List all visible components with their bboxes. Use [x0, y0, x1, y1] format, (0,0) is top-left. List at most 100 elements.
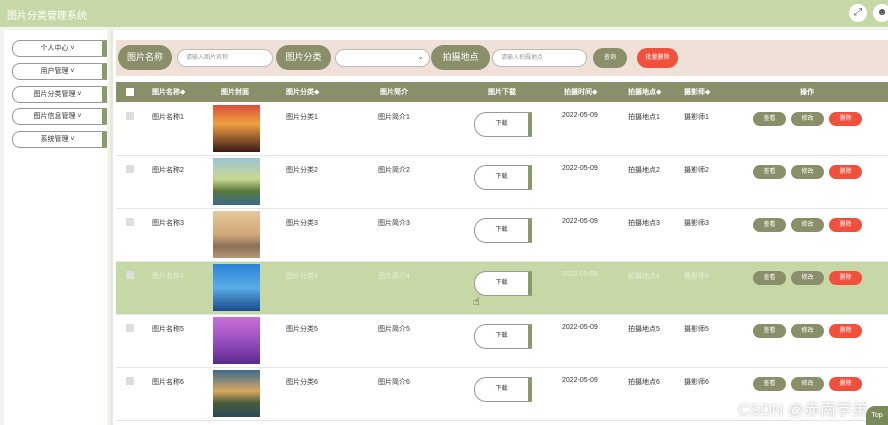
cell-photographer: 摄影师1	[684, 114, 709, 121]
edit-button[interactable]: 修改	[791, 324, 824, 338]
watermark: CSDN @赤南学弟	[738, 402, 869, 419]
sidebar-item-system[interactable]: 系统管理 ˅	[12, 131, 107, 148]
view-button[interactable]: 查看	[753, 112, 786, 126]
cell-name: 图片名称2	[152, 167, 184, 174]
cell-intro: 图片简介1	[378, 114, 410, 121]
chevron-down-icon: ⌄	[417, 52, 424, 61]
cell-photographer: 摄影师6	[684, 379, 709, 386]
user-icon[interactable]: ☻	[873, 4, 888, 22]
view-button[interactable]: 查看	[753, 377, 786, 391]
cell-intro: 图片简介5	[378, 326, 410, 333]
mouse-cursor-icon: ☝	[473, 296, 480, 308]
cell-name: 图片名称1	[152, 114, 184, 121]
fullscreen-icon[interactable]: ⤢	[849, 4, 867, 22]
col-name[interactable]: 图片名称◆	[152, 87, 185, 97]
table-row[interactable]: 图片名称4 图片分类4 图片简介4 下载 2022-05-09 拍摄地点4 摄影师4 查看 修改…	[116, 262, 888, 315]
cell-category: 图片分类6	[286, 379, 318, 386]
col-photographer[interactable]: 摄影师◆	[684, 87, 710, 97]
view-button[interactable]: 查看	[753, 324, 786, 338]
cell-category: 图片分类2	[286, 167, 318, 174]
cell-time: 2022-05-09	[562, 112, 598, 119]
cell-location: 拍摄地点1	[628, 114, 660, 121]
delete-button[interactable]: 删除	[829, 218, 862, 232]
sidebar-item-users[interactable]: 用户管理 ˅	[12, 63, 107, 80]
cell-name: 图片名称5	[152, 326, 184, 333]
cover-image	[213, 370, 260, 417]
table-row[interactable]: 图片名称5 图片分类5 图片简介5 下载 2022-05-09 拍摄地点5 摄影师5 查看 修改…	[116, 315, 888, 368]
view-button[interactable]: 查看	[753, 165, 786, 179]
location-search-input[interactable]: 请输入拍摄地点	[492, 49, 587, 67]
cell-time: 2022-05-09	[562, 218, 598, 225]
back-to-top-button[interactable]: Top	[866, 406, 888, 425]
cell-time: 2022-05-09	[562, 377, 598, 384]
download-button[interactable]: 下载	[474, 271, 532, 296]
category-label: 图片分类	[276, 45, 331, 70]
name-search-input[interactable]: 请输入图片名称	[177, 49, 273, 67]
cell-photographer: 摄影师2	[684, 167, 709, 174]
view-button[interactable]: 查看	[753, 218, 786, 232]
col-location[interactable]: 拍摄地点◆	[628, 87, 661, 97]
cell-name: 图片名称3	[152, 220, 184, 227]
edit-button[interactable]: 修改	[791, 165, 824, 179]
cell-category: 图片分类3	[286, 220, 318, 227]
select-all-checkbox[interactable]	[126, 88, 134, 96]
delete-button[interactable]: 删除	[829, 112, 862, 126]
download-button[interactable]: 下载	[474, 112, 532, 137]
delete-button[interactable]: 删除	[829, 377, 862, 391]
row-checkbox[interactable]	[126, 112, 134, 120]
cell-photographer: 摄影师3	[684, 220, 709, 227]
sidebar-item-images[interactable]: 图片信息管理 ˅	[12, 108, 107, 125]
edit-button[interactable]: 修改	[791, 218, 824, 232]
cover-image	[213, 317, 260, 364]
download-button[interactable]: 下载	[474, 218, 532, 243]
cell-category: 图片分类5	[286, 326, 318, 333]
cover-image	[213, 211, 260, 258]
table-row[interactable]: 图片名称1 图片分类1 图片简介1 下载 2022-05-09 拍摄地点1 摄影师1 查看 修改…	[116, 103, 888, 156]
row-checkbox[interactable]	[126, 377, 134, 385]
cell-time: 2022-05-09	[562, 271, 598, 278]
col-category[interactable]: 图片分类◆	[286, 87, 319, 97]
edit-button[interactable]: 修改	[791, 271, 824, 285]
table-row[interactable]: 图片名称2 图片分类2 图片简介2 下载 2022-05-09 拍摄地点2 摄影师2 查看 修改…	[116, 156, 888, 209]
table-header: 图片名称◆ 图片封面 图片分类◆ 图片简介 图片下载 拍摄时间◆ 拍摄地点◆ 摄…	[116, 82, 888, 102]
cell-intro: 图片简介4	[378, 273, 410, 280]
delete-button[interactable]: 删除	[829, 324, 862, 338]
download-button[interactable]: 下载	[474, 324, 532, 349]
cell-name: 图片名称6	[152, 379, 184, 386]
name-label: 图片名称	[118, 45, 172, 70]
cell-location: 拍摄地点2	[628, 167, 660, 174]
row-checkbox[interactable]	[126, 165, 134, 173]
row-checkbox[interactable]	[126, 271, 134, 279]
cell-name: 图片名称4	[152, 273, 184, 280]
sidebar-item-profile[interactable]: 个人中心 ˅	[12, 40, 107, 57]
cell-location: 拍摄地点5	[628, 326, 660, 333]
cell-location: 拍摄地点4	[628, 273, 660, 280]
edit-button[interactable]: 修改	[791, 112, 824, 126]
cover-image	[213, 158, 260, 205]
query-button[interactable]: 查询	[593, 48, 627, 68]
download-button[interactable]: 下载	[474, 377, 532, 402]
row-checkbox[interactable]	[126, 218, 134, 226]
sidebar-item-categories[interactable]: 图片分类管理 ˅	[12, 86, 107, 103]
cell-intro: 图片简介3	[378, 220, 410, 227]
row-checkbox[interactable]	[126, 324, 134, 332]
edit-button[interactable]: 修改	[791, 377, 824, 391]
delete-button[interactable]: 删除	[829, 271, 862, 285]
batch-delete-button[interactable]: 批量删除	[637, 48, 678, 68]
location-label: 拍摄地点	[431, 45, 490, 70]
cell-time: 2022-05-09	[562, 165, 598, 172]
cell-category: 图片分类4	[286, 273, 318, 280]
cell-intro: 图片简介2	[378, 167, 410, 174]
col-download: 图片下载	[488, 89, 516, 96]
category-select[interactable]: ⌄	[335, 49, 430, 67]
delete-button[interactable]: 删除	[829, 165, 862, 179]
col-time[interactable]: 拍摄时间◆	[564, 87, 597, 97]
cell-time: 2022-05-09	[562, 324, 598, 331]
cell-photographer: 摄影师5	[684, 326, 709, 333]
cell-location: 拍摄地点6	[628, 379, 660, 386]
view-button[interactable]: 查看	[753, 271, 786, 285]
table-row[interactable]: 图片名称3 图片分类3 图片简介3 下载 2022-05-09 拍摄地点3 摄影师3 查看 修改…	[116, 209, 888, 262]
col-actions: 操作	[800, 89, 814, 96]
download-button[interactable]: 下载	[474, 165, 532, 190]
app-title: 图片分类管理系统	[7, 11, 87, 22]
